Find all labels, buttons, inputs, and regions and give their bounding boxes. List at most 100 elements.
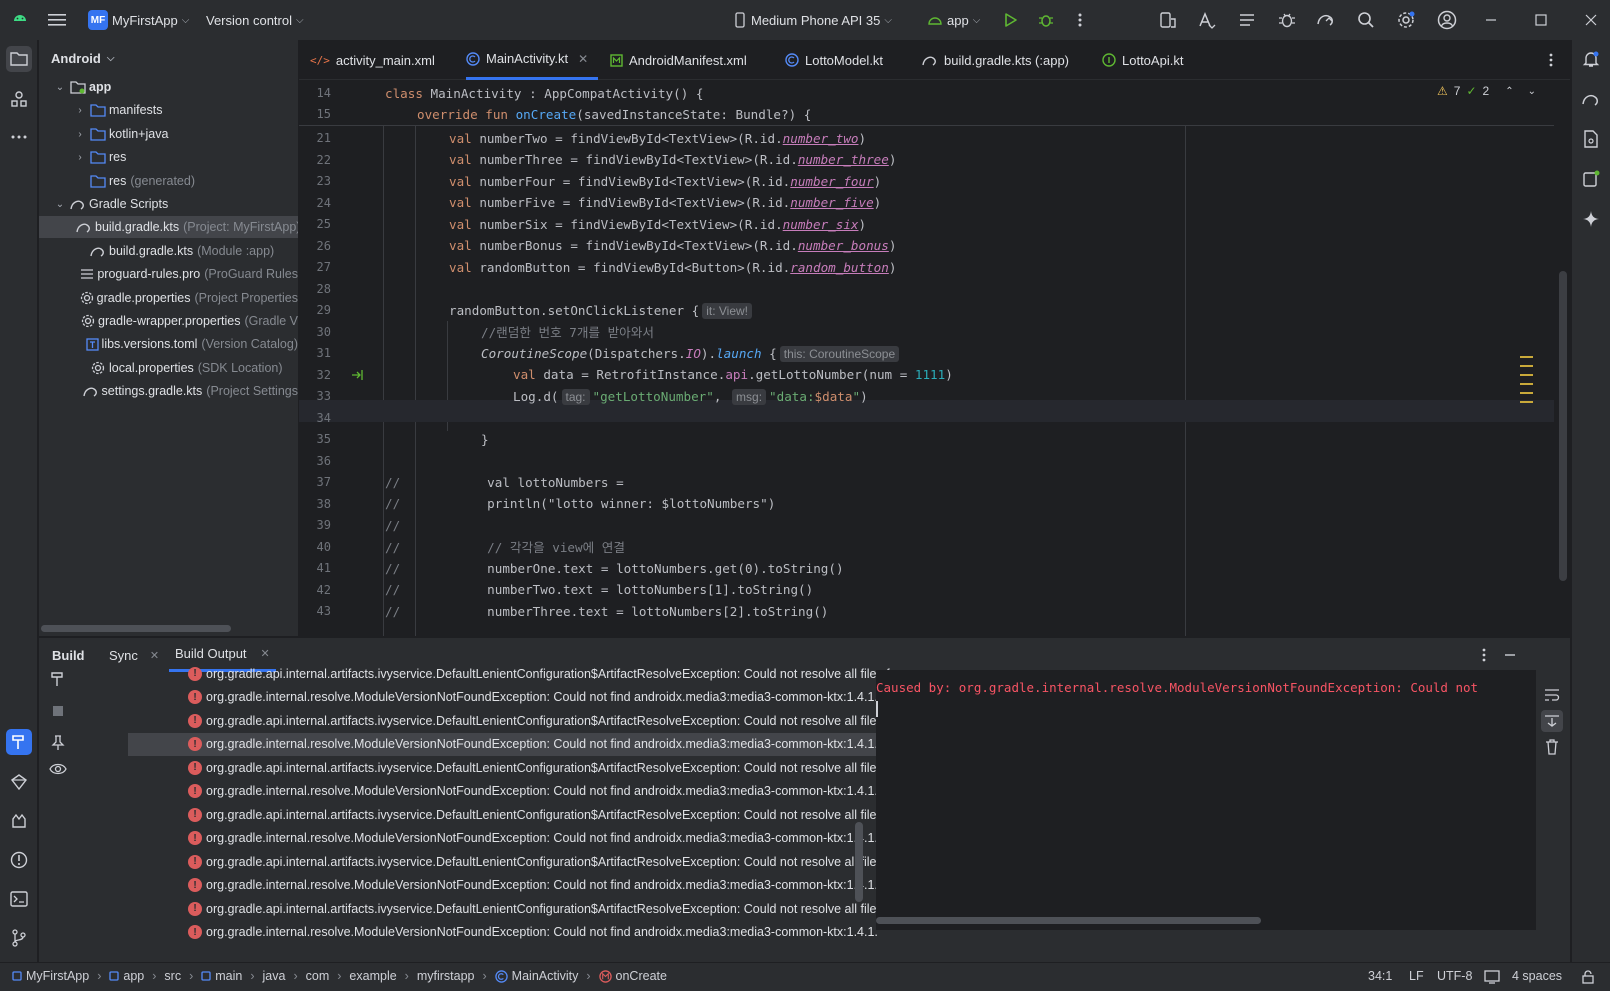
build-error-row[interactable]: ! org.gradle.api.internal.artifacts.ivyse… — [128, 709, 903, 732]
build-error-row[interactable]: ! org.gradle.api.internal.artifacts.ivyse… — [128, 756, 903, 779]
line-separator[interactable]: LF — [1409, 969, 1424, 983]
breadcrumb-item[interactable]: example — [349, 969, 396, 983]
device-selector[interactable]: Medium Phone API 35 ⌵ — [727, 5, 898, 35]
breadcrumb-item[interactable]: onCreate — [598, 969, 667, 983]
build-error-row[interactable]: ! org.gradle.internal.resolve.ModuleVersi… — [128, 874, 903, 897]
caret-position[interactable]: 34:1 — [1368, 969, 1392, 983]
breadcrumb-item[interactable]: main — [201, 969, 242, 983]
build-error-row[interactable]: ! org.gradle.api.internal.artifacts.ivyse… — [128, 850, 903, 873]
notifications-bell-icon[interactable] — [1578, 46, 1604, 72]
read-only-lock-icon[interactable] — [1581, 970, 1595, 984]
project-tree-item[interactable]: gradle-wrapper.properties (Gradle V — [39, 310, 298, 332]
breadcrumb-item[interactable]: app — [109, 969, 144, 983]
project-tree-item[interactable]: settings.gradle.kts (Project Settings — [39, 380, 298, 402]
chevron-down-icon[interactable]: ⌄ — [53, 199, 67, 210]
breadcrumb-item[interactable]: java — [263, 969, 286, 983]
tab-activity-main-xml[interactable]: </> activity_main.xml — [310, 40, 435, 80]
more-actions-icon[interactable] — [1069, 9, 1091, 31]
sdk-manager-icon[interactable] — [1236, 9, 1258, 31]
run-icon[interactable] — [999, 9, 1021, 31]
build-hammer-icon[interactable] — [6, 729, 32, 755]
project-tree-item[interactable]: res (generated) — [39, 170, 298, 192]
project-folder-icon[interactable] — [6, 46, 32, 72]
device-manager-icon[interactable] — [1156, 9, 1178, 31]
soft-wrap-icon[interactable] — [1541, 684, 1563, 706]
breadcrumb-item[interactable]: com — [306, 969, 330, 983]
logcat-icon[interactable] — [6, 808, 32, 834]
build-hammer-icon[interactable] — [47, 668, 69, 690]
project-tree-item[interactable]: libs.versions.toml (Version Catalog) — [39, 333, 298, 355]
breadcrumb-item[interactable]: myfirstapp — [417, 969, 475, 983]
run-config-selector[interactable]: app ⌵ — [921, 5, 986, 35]
breadcrumb-item[interactable]: src — [164, 969, 181, 983]
console-horizontal-scrollbar[interactable] — [876, 917, 1261, 924]
chevron-down-icon[interactable]: ⌄ — [53, 82, 67, 93]
build-error-row[interactable]: ! org.gradle.api.internal.artifacts.ivyse… — [128, 803, 903, 826]
editor-vertical-scrollbar[interactable] — [1559, 271, 1567, 581]
close-tab-icon[interactable]: ✕ — [150, 649, 159, 662]
error-list-scrollbar[interactable] — [855, 822, 863, 902]
code-editor[interactable]: 14 class MainActivity : AppCompatActivit… — [299, 81, 1570, 636]
debug-icon[interactable] — [1035, 9, 1057, 31]
account-icon[interactable] — [1436, 9, 1458, 31]
gradle-sync-icon[interactable] — [1315, 9, 1337, 31]
chevron-right-icon[interactable]: › — [73, 129, 87, 140]
pin-icon[interactable] — [47, 732, 69, 754]
project-horizontal-scrollbar[interactable] — [41, 625, 231, 632]
main-menu-icon[interactable] — [46, 9, 68, 31]
project-tree-item[interactable]: build.gradle.kts (Project: MyFirstApp) — [39, 216, 298, 238]
gradle-elephant-icon[interactable] — [6, 769, 32, 795]
breadcrumb-item[interactable]: MyFirstApp — [12, 969, 89, 983]
stop-icon[interactable] — [47, 700, 69, 722]
project-tree-item[interactable]: ⌄ Gradle Scripts — [39, 193, 298, 215]
panel-options-icon[interactable] — [1473, 644, 1495, 666]
close-window-icon[interactable] — [1580, 9, 1602, 31]
clear-all-trash-icon[interactable] — [1541, 736, 1563, 758]
tab-lottoapi-kt[interactable]: LottoApi.kt — [1102, 40, 1183, 80]
scroll-to-end-icon[interactable] — [1541, 710, 1563, 732]
maximize-window-icon[interactable] — [1530, 9, 1552, 31]
problems-icon[interactable] — [6, 847, 32, 873]
tab-options-icon[interactable] — [1540, 49, 1562, 71]
eye-icon[interactable] — [47, 758, 69, 780]
tab-androidmanifest-xml[interactable]: AndroidManifest.xml — [610, 40, 747, 80]
gradle-bug-icon[interactable] — [1276, 9, 1298, 31]
inspection-widget[interactable]: ⚠ 7 ✓ 2 ⌃ ⌄ — [1437, 84, 1536, 98]
minimize-window-icon[interactable] — [1480, 9, 1502, 31]
project-switcher[interactable]: MF MyFirstApp ⌵ — [82, 5, 195, 35]
gradle-tool-icon[interactable] — [1578, 86, 1604, 112]
close-tab-icon[interactable]: ✕ — [578, 52, 588, 66]
version-control-menu[interactable]: Version control ⌵ — [200, 5, 310, 35]
close-tab-icon[interactable]: ✕ — [261, 647, 270, 660]
project-tree-item[interactable]: › res — [39, 146, 298, 168]
project-tree-item[interactable]: gradle.properties (Project Properties — [39, 287, 298, 309]
project-tree-item[interactable]: proguard-rules.pro (ProGuard Rules — [39, 263, 298, 285]
build-error-row[interactable]: ! org.gradle.api.internal.artifacts.ivyse… — [128, 662, 903, 685]
build-error-row[interactable]: ! org.gradle.internal.resolve.ModuleVersi… — [128, 827, 903, 850]
project-tree-item[interactable]: local.properties (SDK Location) — [39, 357, 298, 379]
project-tree-item[interactable]: › kotlin+java — [39, 123, 298, 145]
chevron-right-icon[interactable]: › — [73, 152, 87, 163]
chevron-up-icon[interactable]: ⌃ — [1505, 86, 1513, 97]
device-file-explorer-icon[interactable] — [1578, 126, 1604, 152]
project-view-selector[interactable]: Android ⌵ — [51, 51, 114, 66]
build-error-row[interactable]: ! org.gradle.api.internal.artifacts.ivyse… — [128, 897, 903, 920]
translate-icon[interactable] — [1196, 9, 1218, 31]
indent-setting[interactable]: 4 spaces — [1512, 969, 1562, 983]
chevron-down-icon[interactable]: ⌄ — [1528, 86, 1536, 97]
project-tree-item[interactable]: ⌄ app — [39, 76, 298, 98]
build-console-output[interactable]: Caused by: org.gradle.internal.resolve.M… — [876, 670, 1536, 930]
settings-gear-icon[interactable] — [1395, 9, 1417, 31]
build-error-row[interactable]: ! org.gradle.internal.resolve.ModuleVersi… — [128, 686, 903, 709]
memory-indicator-icon[interactable] — [1484, 970, 1500, 984]
breadcrumb-item[interactable]: MainActivity — [494, 969, 578, 983]
project-tree-item[interactable]: › manifests — [39, 99, 298, 121]
tab-build-gradle-app[interactable]: build.gradle.kts (:app) — [922, 40, 1069, 80]
search-icon[interactable] — [1355, 9, 1377, 31]
tab-lottomodel-kt[interactable]: LottoModel.kt — [785, 40, 883, 80]
build-error-row[interactable]: ! org.gradle.internal.resolve.ModuleVersi… — [128, 732, 891, 756]
implement-method-gutter-icon[interactable] — [351, 369, 365, 381]
gemini-sparkle-icon[interactable] — [1578, 206, 1604, 232]
build-error-row[interactable]: ! org.gradle.internal.resolve.ModuleVersi… — [128, 921, 903, 944]
more-tools-icon[interactable] — [6, 124, 32, 150]
